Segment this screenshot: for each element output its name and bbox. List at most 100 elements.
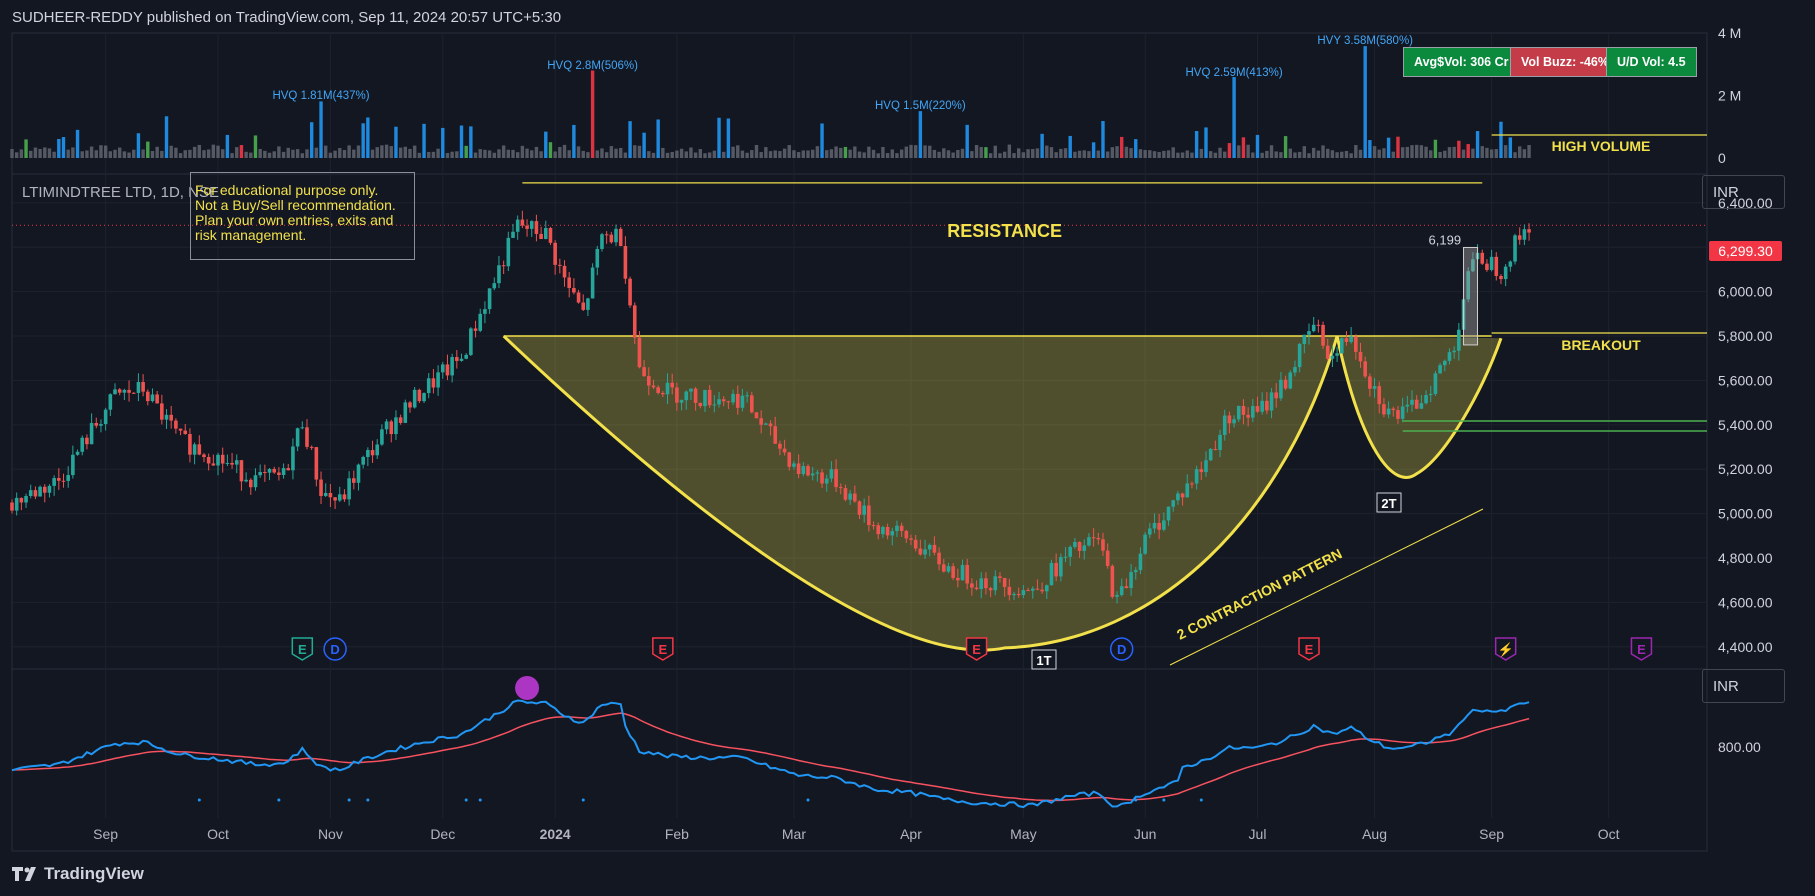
volume-bar [1054,152,1058,158]
candle-body [735,393,740,408]
candle-body [567,277,571,288]
candle-body [951,566,955,578]
rs-marker-dot [464,798,468,802]
volume-bar [99,145,103,158]
volume-bar [1134,139,1138,158]
tradingview-logo[interactable]: TradingView [12,864,144,884]
candle-body [136,382,141,393]
volume-bar [1002,151,1007,158]
candle-body [970,583,974,588]
volume-bar [174,147,178,158]
candle-body [1115,595,1119,597]
candle-body [202,454,206,458]
volume-bar [848,149,852,158]
volume-bar [1335,152,1339,158]
disclaimer-box: For educational purpose only. Not a Buy/… [190,172,415,260]
candle-body [895,525,899,532]
volume-bar [637,145,642,158]
candle-body [277,472,281,475]
y-tick-label: 5,800.00 [1718,328,1773,344]
candle-body [450,357,454,376]
volume-bar [825,150,829,158]
candle-body [164,414,169,420]
volume-bar [740,150,745,158]
volume-bar [1386,137,1391,158]
candle-body [628,278,632,306]
candle-body [778,443,782,449]
candle-body [501,265,506,267]
candle-body [1316,324,1321,326]
candle-body [885,527,890,536]
candle-body [1311,324,1316,332]
candle-body [904,530,909,539]
volume-bar [834,146,838,158]
volume-bar [1527,144,1531,158]
volume-bar [71,147,75,158]
candle-body [192,444,197,455]
candle-body [984,578,988,589]
candle-body [843,488,848,500]
volume-bar [253,135,258,158]
candle-body [239,460,244,482]
volume-bar [1433,139,1438,158]
candle-body [764,423,768,425]
candle-body [417,389,422,402]
volume-bar [590,70,595,158]
volume-bar [328,152,333,158]
volume-bar [1424,146,1428,158]
candle-body [1297,343,1302,368]
candle-body [253,475,258,488]
candle-body [1503,266,1508,280]
currency-selector-main[interactable]: INR [1702,175,1785,209]
candle-body [319,479,323,496]
resistance-label: RESISTANCE [947,221,1062,241]
candle-body [1124,586,1129,589]
currency-selector-indicator[interactable]: INR [1702,669,1785,703]
volume-bar [366,117,370,158]
candle-body [960,564,965,581]
candle-body [216,454,220,466]
volume-bar [356,145,361,158]
volume-bar [422,123,426,158]
candle-body [117,389,122,393]
y-tick-label: 4,600.00 [1718,594,1773,610]
chart-canvas[interactable]: HVQ 1.81M(437%) HVQ 2.8M(506%) HVQ 1.5M(22… [0,0,1815,896]
candle-body [548,228,553,243]
candle-body [1283,379,1288,389]
candle-body [1377,386,1382,405]
candle-body [862,505,866,515]
volume-bar [684,151,688,158]
candle-body [623,245,628,279]
volume-bar [445,153,450,158]
volume-bar [1031,148,1035,158]
candle-body [656,387,660,393]
candle-body [1405,404,1410,407]
volume-bar [759,152,763,158]
candle-body [1208,448,1213,461]
rs-marker-dot [366,798,370,802]
candle-body [431,378,436,388]
volume-bar [459,125,464,158]
candle-body [1035,588,1040,590]
volume-bar [375,147,379,158]
hvq-label: HVQ 2.8M(506%) [547,60,638,72]
volume-bar [370,149,375,158]
candle-body [24,495,28,503]
candle-body [422,393,426,402]
candle-body [1386,408,1391,415]
volume-bar [1068,135,1072,158]
candle-body [721,399,726,402]
candle-body [792,463,796,467]
y-tick-label: 4,400.00 [1718,639,1773,655]
candle-body [1489,256,1494,270]
y-tick-label: 5,000.00 [1718,506,1773,522]
volume-bar [1354,145,1358,158]
x-tick-label: 2024 [540,826,571,842]
volume-bar [707,152,712,158]
candle-body [1279,379,1283,399]
candle-body [1457,329,1461,351]
volume-bar [192,146,197,158]
volume-bar [974,145,979,158]
volume-bar [909,144,913,158]
volume-bar [1148,150,1152,158]
